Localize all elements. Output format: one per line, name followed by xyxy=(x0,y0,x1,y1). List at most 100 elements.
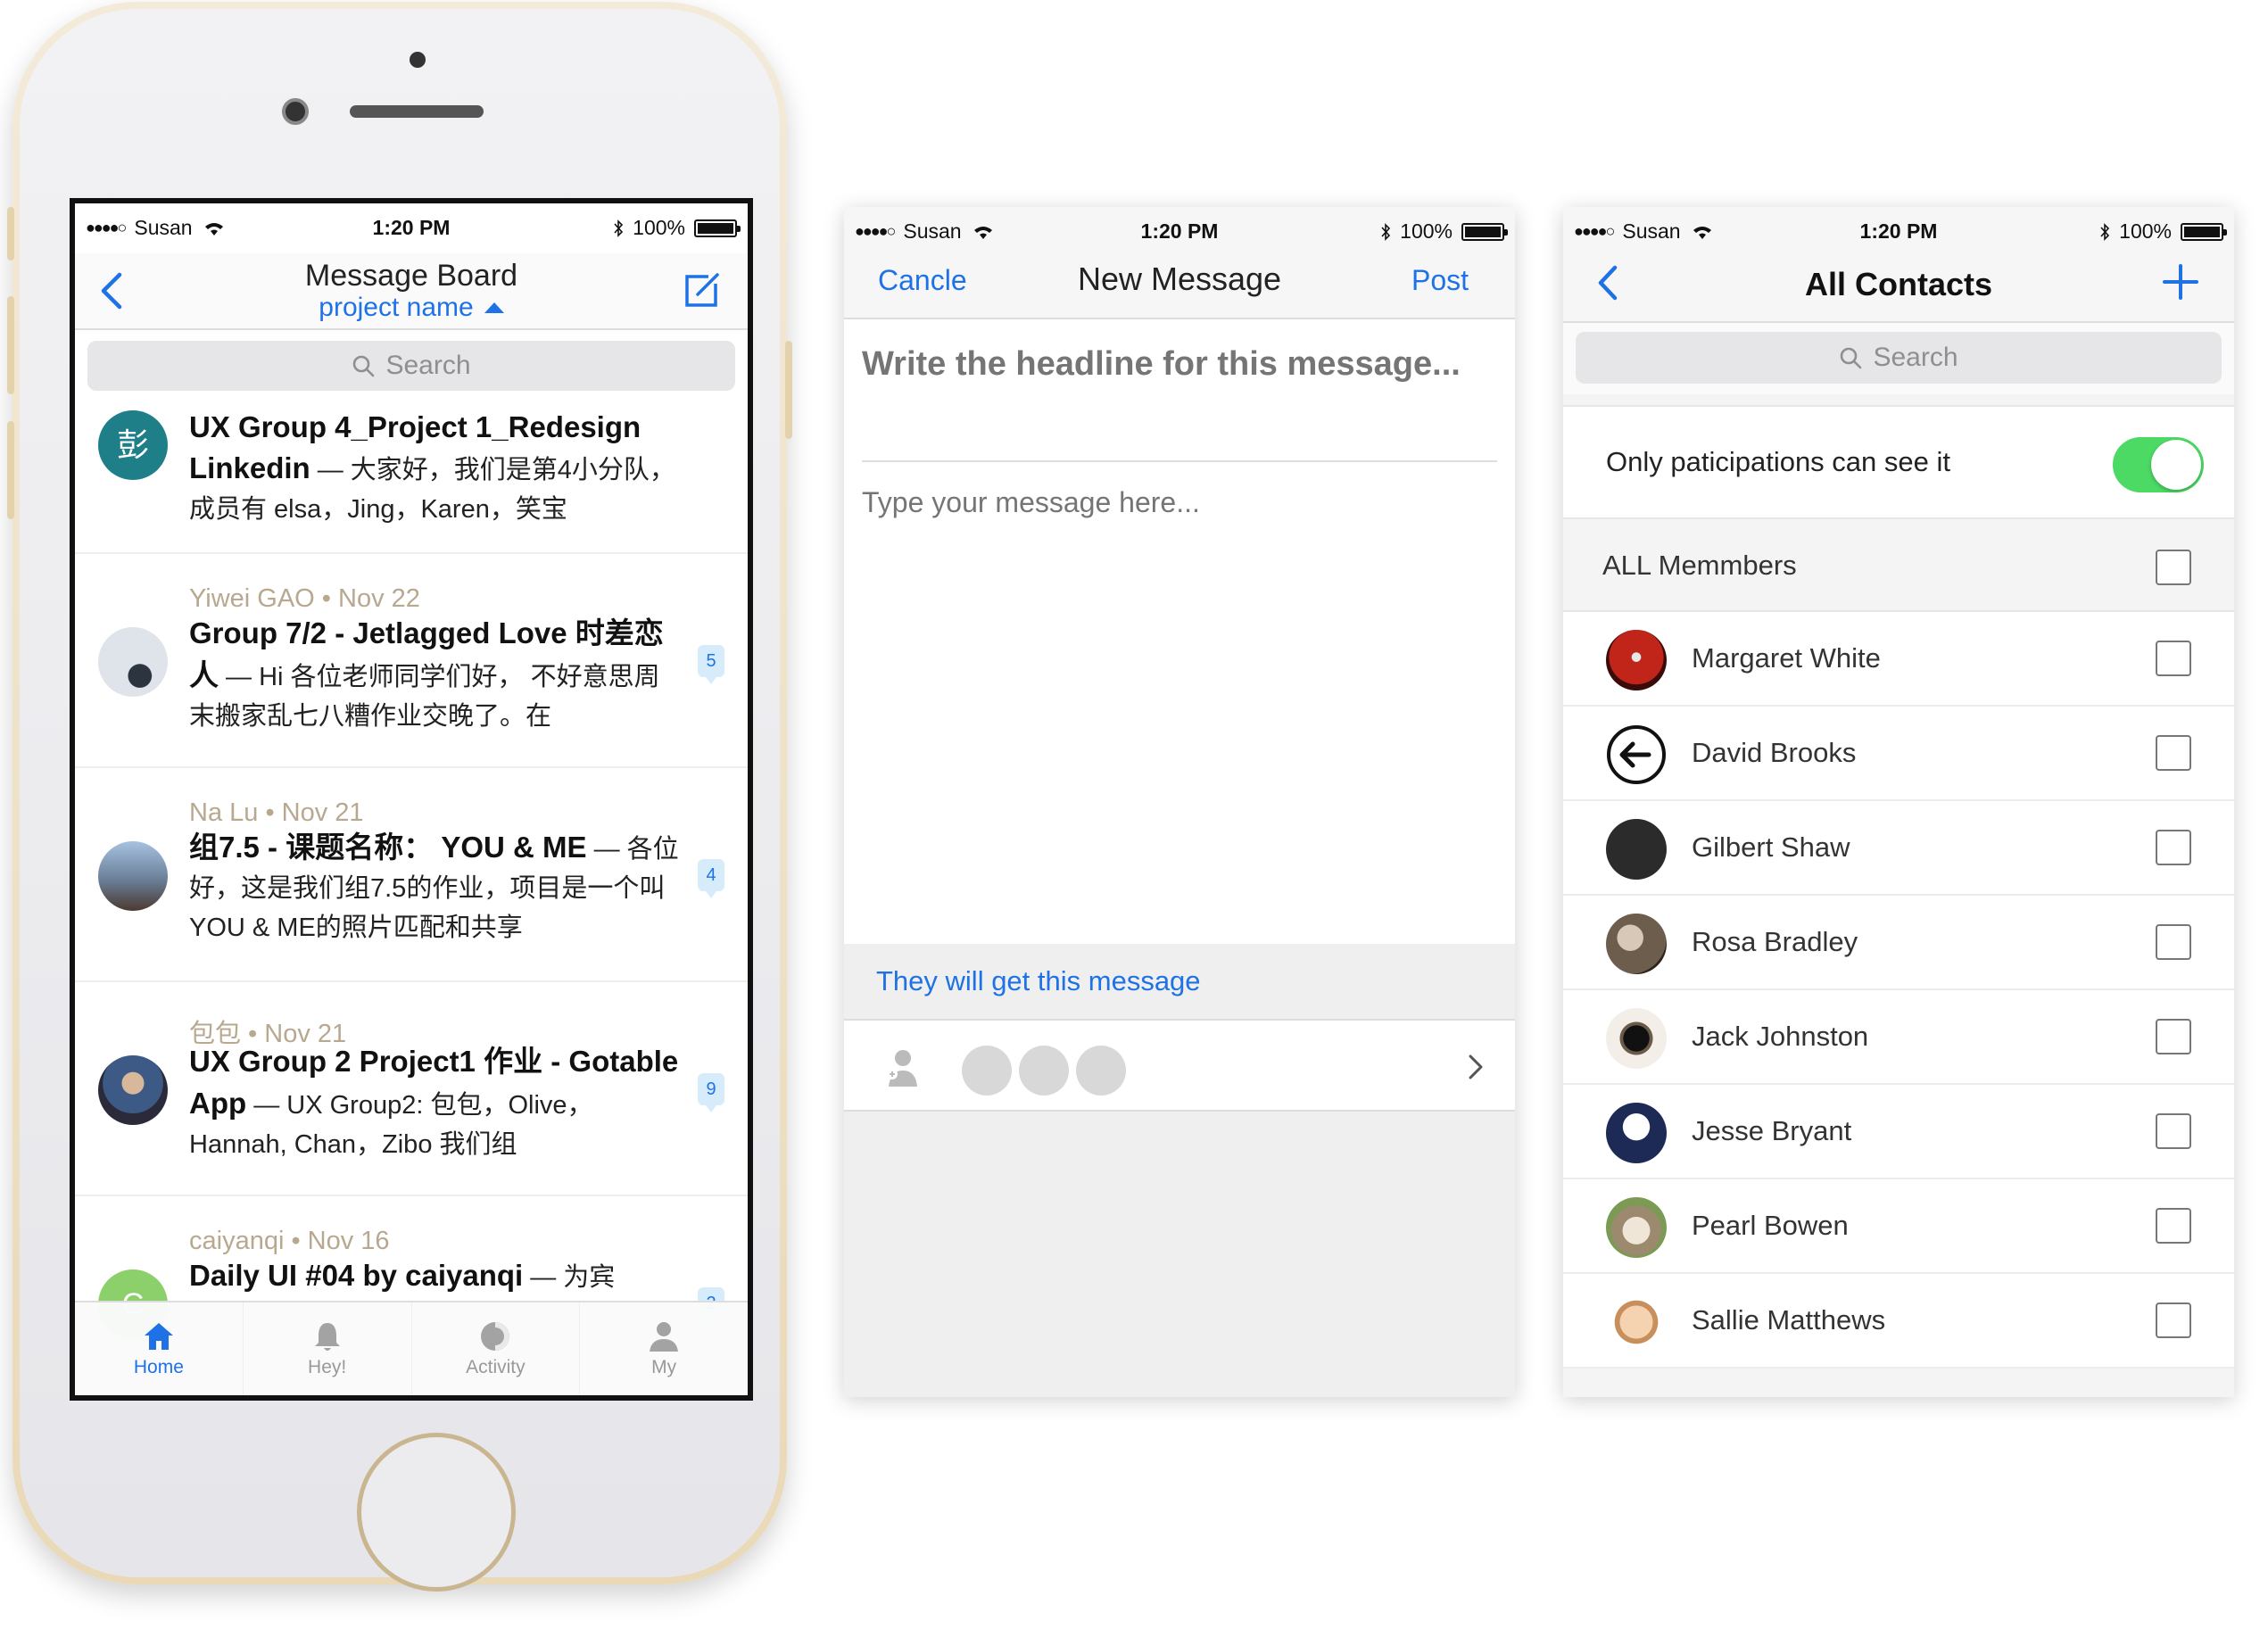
avatar xyxy=(1606,819,1667,880)
status-bar: ●●●●○ Susan 1:20 PM 100% xyxy=(1563,207,2234,257)
compose-area xyxy=(844,319,1515,944)
activity-icon xyxy=(481,1322,510,1351)
feed-body: Group 7/2 - Jetlagged Love 时差恋人 — Hi 各位老… xyxy=(189,613,683,736)
page-title: Message Board xyxy=(304,259,518,293)
project-selector[interactable]: project name xyxy=(75,293,748,323)
contact-row[interactable]: Jesse Bryant xyxy=(1563,1085,2234,1179)
avatar xyxy=(98,841,168,911)
contact-name: Margaret White xyxy=(1692,642,1881,674)
contact-row[interactable]: Sallie Matthews xyxy=(1563,1274,2234,1369)
search-bar: Search xyxy=(1563,323,2234,394)
feed-item[interactable]: Yiwei GAO • Nov 22 Group 7/2 - Jetlagged… xyxy=(75,554,748,768)
contact-checkbox[interactable] xyxy=(2156,735,2191,771)
tab-activity[interactable]: Activity xyxy=(412,1302,581,1395)
contact-name: Pearl Bowen xyxy=(1692,1210,1849,1241)
recipients-notice: They will get this message xyxy=(844,944,1515,1019)
contact-list: Margaret White David Brooks Gilbert Shaw… xyxy=(1563,612,2234,1369)
feed-item[interactable]: 彭 UX Group 4_Project 1_Redesign Linkedin… xyxy=(75,398,748,554)
contact-row[interactable]: Jack Johnston xyxy=(1563,990,2234,1085)
add-person-icon xyxy=(887,1050,917,1087)
project-name: project name xyxy=(319,293,474,322)
avatar xyxy=(1606,1008,1667,1069)
battery-percent: 100% xyxy=(1400,219,1453,243)
nav-bar: Message Board project name xyxy=(75,253,748,330)
message-body-input[interactable] xyxy=(862,467,1497,913)
battery-icon xyxy=(694,219,741,237)
contact-name: Jesse Bryant xyxy=(1692,1115,1852,1146)
contact-row[interactable]: David Brooks xyxy=(1563,707,2234,801)
headline-input[interactable] xyxy=(862,319,1497,462)
feed-body: UX Group 4_Project 1_Redesign Linkedin —… xyxy=(189,398,683,529)
contact-name: David Brooks xyxy=(1692,737,1857,768)
home-button[interactable] xyxy=(357,1433,516,1592)
proximity-sensor xyxy=(410,52,426,68)
phone-frame: ●●●●○ Susan 1:20 PM 100% Message Board p… xyxy=(7,2,792,1592)
avatar xyxy=(1606,630,1667,690)
contact-checkbox[interactable] xyxy=(2156,924,2191,960)
plus-icon[interactable] xyxy=(2161,262,2200,302)
contact-row[interactable]: Rosa Bradley xyxy=(1563,896,2234,990)
contact-row[interactable]: Pearl Bowen xyxy=(1563,1179,2234,1274)
toggle-label: Only paticipations can see it xyxy=(1606,446,1950,477)
contact-checkbox[interactable] xyxy=(2156,1208,2191,1244)
feed-item[interactable]: Na Lu • Nov 21 组7.5 - 课题名称： YOU & ME — 各… xyxy=(75,768,748,982)
search-input[interactable]: Search xyxy=(1576,332,2222,384)
feed-preview: — 为宾 xyxy=(523,1263,616,1292)
all-members-row: ALL Memmbers xyxy=(1563,519,2234,612)
avatar xyxy=(98,627,168,697)
new-message-screen: ●●●●○ Susan 1:20 PM 100% Cancle New Mess… xyxy=(844,207,1515,1397)
volume-up-button xyxy=(7,296,14,394)
tab-label: My xyxy=(651,1357,677,1377)
feed-title: 组7.5 - 课题名称： YOU & ME xyxy=(189,831,587,864)
tab-label: Hey! xyxy=(308,1357,347,1377)
tab-home[interactable]: Home xyxy=(75,1302,244,1395)
home-icon xyxy=(144,1323,173,1350)
recipient-avatar xyxy=(1076,1046,1126,1096)
caret-up-icon xyxy=(484,302,504,313)
avatar xyxy=(1607,725,1666,784)
bluetooth-icon xyxy=(614,219,624,237)
tab-hey[interactable]: Hey! xyxy=(244,1302,412,1395)
feed-preview: — Hi 各位老师同学们好， 不好意思周末搬家乱七八糟作业交晚了。在 xyxy=(189,663,660,731)
contact-checkbox[interactable] xyxy=(2156,830,2191,865)
compose-icon[interactable] xyxy=(682,271,721,310)
recipients-row[interactable] xyxy=(844,1019,1515,1112)
status-bar: ●●●●○ Susan 1:20 PM 100% xyxy=(844,207,1515,257)
search-input[interactable]: Search xyxy=(87,341,735,391)
comment-count-badge: 5 xyxy=(698,645,724,684)
search-placeholder: Search xyxy=(385,351,471,380)
feed-meta: 包包 • Nov 21 xyxy=(189,1020,347,1048)
feed-item[interactable]: 包包 • Nov 21 UX Group 2 Project1 作业 - Got… xyxy=(75,982,748,1196)
select-all-checkbox[interactable] xyxy=(2156,550,2191,585)
chevron-right-icon xyxy=(1469,1054,1483,1079)
search-icon xyxy=(353,355,375,377)
feed-meta: Na Lu • Nov 21 xyxy=(189,798,364,827)
feed-preview: — UX Group2: 包包，Olive， Hannah, Chan，Zibo… xyxy=(189,1091,593,1159)
feed-meta: caiyanqi • Nov 16 xyxy=(189,1227,390,1255)
comment-count-badge: 4 xyxy=(698,859,724,898)
tab-bar: Home Hey! Activity My xyxy=(75,1301,748,1395)
avatar xyxy=(98,1055,168,1125)
status-bar: ●●●●○ Susan 1:20 PM 100% xyxy=(75,203,748,253)
contact-checkbox[interactable] xyxy=(2156,1113,2191,1149)
tab-my[interactable]: My xyxy=(580,1302,748,1395)
contact-checkbox[interactable] xyxy=(2156,641,2191,676)
contact-name: Sallie Matthews xyxy=(1692,1304,1886,1335)
message-feed: 彭 UX Group 4_Project 1_Redesign Linkedin… xyxy=(75,398,748,1395)
post-button[interactable]: Post xyxy=(1411,264,1469,297)
nav-bar: ●●●●○ Susan 1:20 PM 100% Cancle New Mess… xyxy=(844,207,1515,319)
all-contacts-screen: ●●●●○ Susan 1:20 PM 100% All Contacts Se… xyxy=(1563,207,2234,1397)
bluetooth-icon xyxy=(2100,222,2110,241)
contact-row[interactable]: Margaret White xyxy=(1563,612,2234,707)
page-title: All Contacts xyxy=(1804,266,1993,302)
contact-row[interactable]: Gilbert Shaw xyxy=(1563,801,2234,896)
visibility-toggle[interactable] xyxy=(2113,437,2204,492)
person-icon xyxy=(650,1322,679,1352)
contact-checkbox[interactable] xyxy=(2156,1019,2191,1054)
bell-icon xyxy=(314,1323,340,1351)
comment-count-badge: 9 xyxy=(698,1073,724,1112)
all-members-label: ALL Memmbers xyxy=(1602,550,1797,581)
tab-label: Home xyxy=(133,1357,184,1377)
battery-icon xyxy=(1461,222,1508,241)
contact-checkbox[interactable] xyxy=(2156,1302,2191,1338)
